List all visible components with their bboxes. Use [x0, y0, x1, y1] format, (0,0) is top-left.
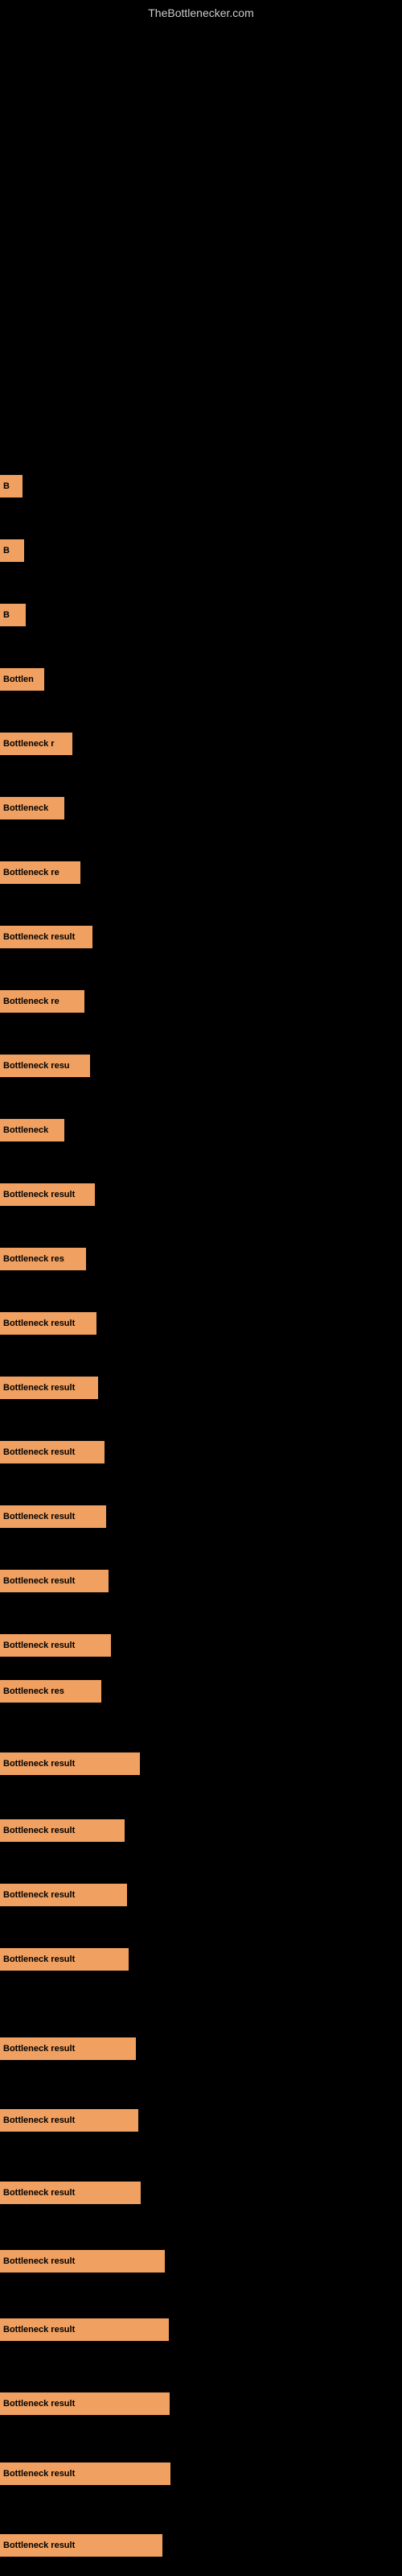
bar-row-4: Bottleneck r: [0, 733, 72, 755]
bottleneck-bar-8: Bottleneck re: [0, 990, 84, 1013]
bar-row-17: Bottleneck result: [0, 1570, 109, 1592]
bar-row-0: B: [0, 475, 23, 497]
bar-row-24: Bottleneck result: [0, 2037, 136, 2060]
bar-row-15: Bottleneck result: [0, 1441, 105, 1463]
bottleneck-bar-18: Bottleneck result: [0, 1634, 111, 1657]
bottleneck-bar-23: Bottleneck result: [0, 1948, 129, 1971]
bar-row-31: Bottleneck result: [0, 2534, 162, 2557]
bottleneck-bar-1: B: [0, 539, 24, 562]
bottleneck-bar-17: Bottleneck result: [0, 1570, 109, 1592]
bar-row-12: Bottleneck res: [0, 1248, 86, 1270]
bar-row-14: Bottleneck result: [0, 1377, 98, 1399]
bar-row-26: Bottleneck result: [0, 2182, 141, 2204]
bar-row-2: B: [0, 604, 26, 626]
bottleneck-bar-19: Bottleneck res: [0, 1680, 101, 1703]
bottleneck-bar-12: Bottleneck res: [0, 1248, 86, 1270]
bottleneck-bar-2: B: [0, 604, 26, 626]
bottleneck-bar-14: Bottleneck result: [0, 1377, 98, 1399]
bottleneck-bar-20: Bottleneck result: [0, 1752, 140, 1775]
bottleneck-bar-10: Bottleneck: [0, 1119, 64, 1141]
bottleneck-bar-9: Bottleneck resu: [0, 1055, 90, 1077]
bottleneck-bar-13: Bottleneck result: [0, 1312, 96, 1335]
bottleneck-bar-0: B: [0, 475, 23, 497]
bar-row-5: Bottleneck: [0, 797, 64, 819]
bar-row-6: Bottleneck re: [0, 861, 80, 884]
bar-row-19: Bottleneck res: [0, 1680, 101, 1703]
bottleneck-bar-11: Bottleneck result: [0, 1183, 95, 1206]
bar-row-1: B: [0, 539, 24, 562]
bar-row-9: Bottleneck resu: [0, 1055, 90, 1077]
bottleneck-bar-31: Bottleneck result: [0, 2534, 162, 2557]
bar-row-28: Bottleneck result: [0, 2318, 169, 2341]
bar-row-11: Bottleneck result: [0, 1183, 95, 1206]
bar-row-23: Bottleneck result: [0, 1948, 129, 1971]
bar-row-3: Bottlen: [0, 668, 44, 691]
bottleneck-bar-15: Bottleneck result: [0, 1441, 105, 1463]
bar-row-21: Bottleneck result: [0, 1819, 125, 1842]
bar-row-29: Bottleneck result: [0, 2392, 170, 2415]
site-title: TheBottlenecker.com: [0, 0, 402, 23]
bottleneck-bar-7: Bottleneck result: [0, 926, 92, 948]
bottleneck-bar-4: Bottleneck r: [0, 733, 72, 755]
bottleneck-bar-30: Bottleneck result: [0, 2462, 170, 2485]
bar-row-30: Bottleneck result: [0, 2462, 170, 2485]
bar-row-20: Bottleneck result: [0, 1752, 140, 1775]
bar-row-7: Bottleneck result: [0, 926, 92, 948]
bar-row-25: Bottleneck result: [0, 2109, 138, 2132]
bottleneck-bar-29: Bottleneck result: [0, 2392, 170, 2415]
bottleneck-bar-24: Bottleneck result: [0, 2037, 136, 2060]
bottleneck-bar-3: Bottlen: [0, 668, 44, 691]
bottleneck-bar-22: Bottleneck result: [0, 1884, 127, 1906]
bar-row-27: Bottleneck result: [0, 2250, 165, 2273]
bar-row-10: Bottleneck: [0, 1119, 64, 1141]
bottleneck-bar-16: Bottleneck result: [0, 1505, 106, 1528]
bar-row-16: Bottleneck result: [0, 1505, 106, 1528]
bottleneck-bar-26: Bottleneck result: [0, 2182, 141, 2204]
bottleneck-bar-28: Bottleneck result: [0, 2318, 169, 2341]
bar-row-13: Bottleneck result: [0, 1312, 96, 1335]
bar-row-22: Bottleneck result: [0, 1884, 127, 1906]
bottleneck-bar-5: Bottleneck: [0, 797, 64, 819]
bar-row-18: Bottleneck result: [0, 1634, 111, 1657]
bottleneck-bar-27: Bottleneck result: [0, 2250, 165, 2273]
bottleneck-bar-6: Bottleneck re: [0, 861, 80, 884]
bar-row-8: Bottleneck re: [0, 990, 84, 1013]
bottleneck-bar-25: Bottleneck result: [0, 2109, 138, 2132]
bottleneck-bar-21: Bottleneck result: [0, 1819, 125, 1842]
